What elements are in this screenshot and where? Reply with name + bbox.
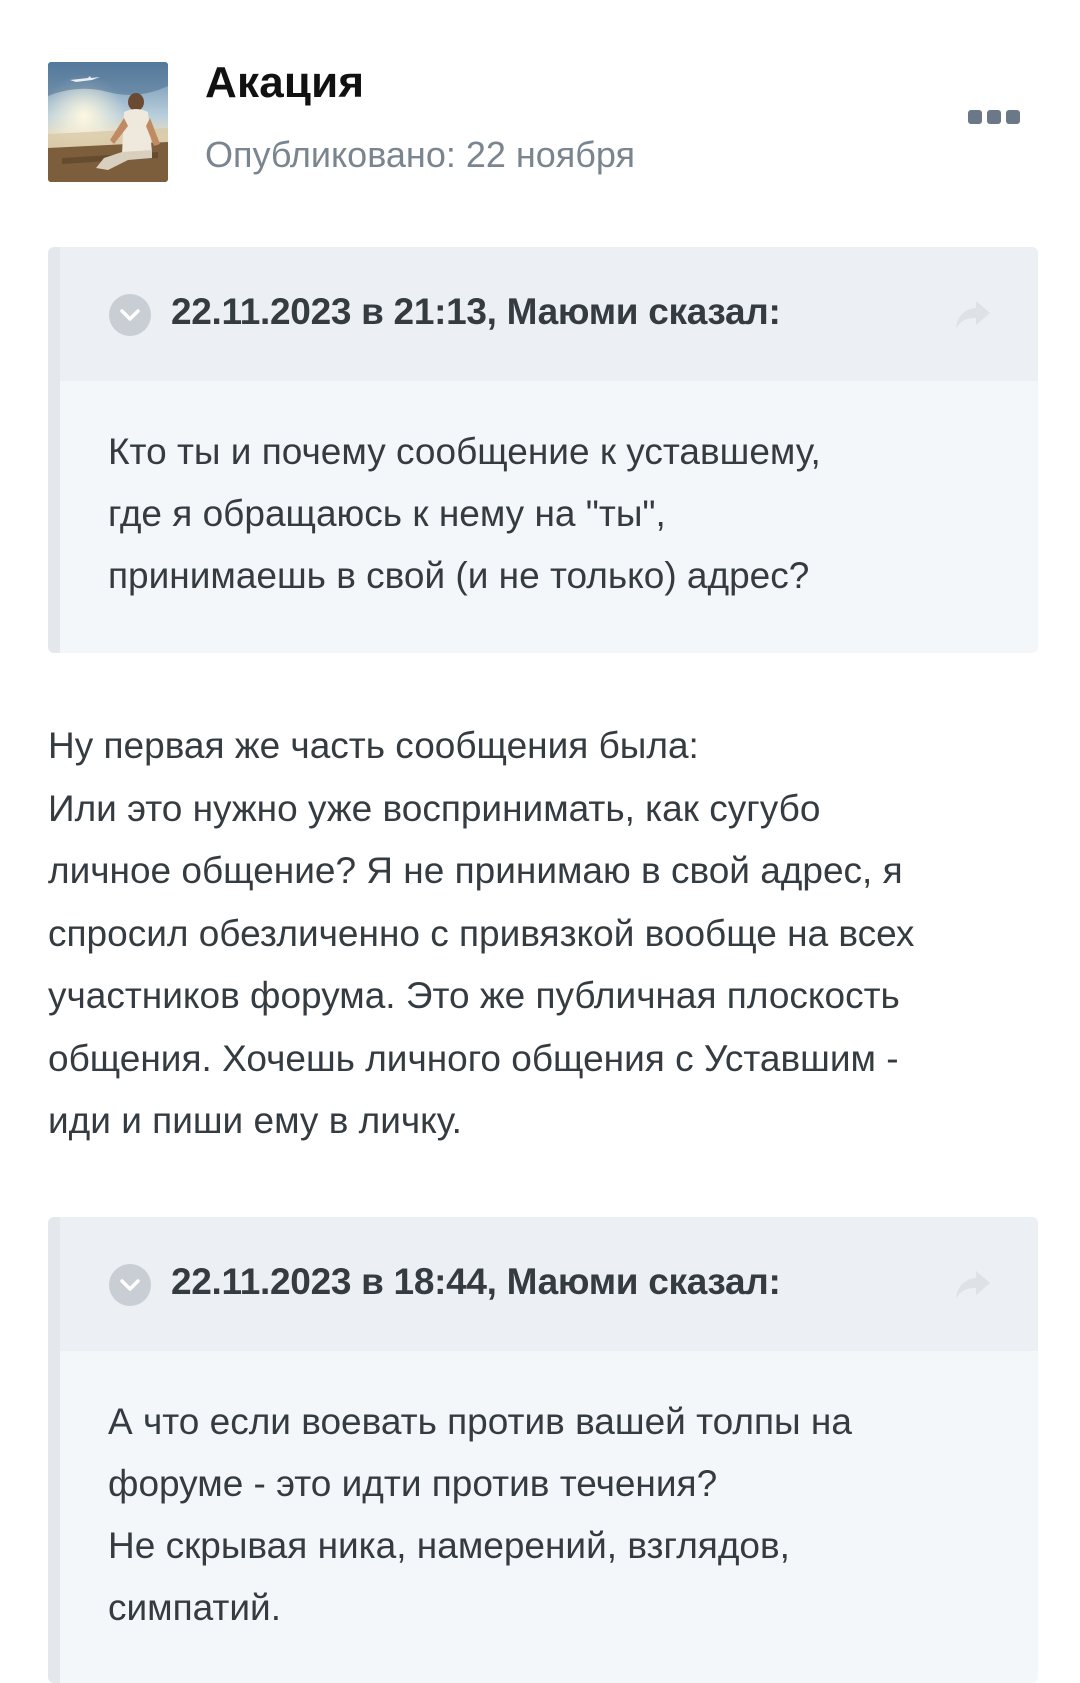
quote-line: Кто ты и почему сообщение к уставшему,	[108, 431, 821, 472]
quote-block: 22.11.2023 в 21:13, Маюми сказал: Кто ты…	[48, 247, 1038, 653]
post-line: иди и пиши ему в личку.	[48, 1100, 462, 1141]
chevron-down-icon	[120, 309, 140, 321]
chevron-down-icon	[120, 1279, 140, 1291]
author-name[interactable]: Акация	[205, 58, 364, 108]
post-published-date: Опубликовано: 22 ноября	[205, 134, 636, 175]
quote-block: 22.11.2023 в 18:44, Маюми сказал: А что …	[48, 1217, 1038, 1683]
post-line: спросил обезличенно с привязкой вообще н…	[48, 912, 915, 954]
post-line: общения. Хочешь личного общения с Уставш…	[48, 1037, 899, 1079]
post-body: Ну первая же часть сообщения была: Или э…	[48, 715, 1048, 1153]
quote-line: где я обращаюсь к нему на "ты",	[108, 493, 666, 534]
quote-line: форуме - это идти против течения?	[108, 1463, 718, 1504]
post-line: личное общение? Я не принимаю в свой адр…	[48, 850, 903, 891]
quote-citation[interactable]: 22.11.2023 в 18:44, Маюми сказал:	[171, 1261, 781, 1303]
quote-line: Не скрывая ника, намерений, взглядов,	[108, 1525, 790, 1566]
more-options-button[interactable]	[968, 106, 1022, 128]
share-arrow-icon	[956, 301, 990, 329]
post-header: Акация Опубликовано: 22 ноября	[48, 58, 1032, 182]
ellipsis-icon	[968, 110, 982, 124]
quote-header: 22.11.2023 в 18:44, Маюми сказал:	[60, 1217, 1038, 1351]
quote-citation[interactable]: 22.11.2023 в 21:13, Маюми сказал:	[171, 291, 781, 333]
author-avatar[interactable]	[48, 62, 168, 182]
post-line: Ну первая же часть сообщения была:	[48, 725, 699, 766]
post-line: Или это нужно уже воспринимать, как сугу…	[48, 787, 821, 829]
post-line: участников форума. Это же публичная плос…	[48, 975, 900, 1016]
avatar-photo	[48, 62, 168, 182]
quote-collapse-toggle[interactable]	[109, 294, 151, 336]
quote-header: 22.11.2023 в 21:13, Маюми сказал:	[60, 247, 1038, 381]
quote-line: принимаешь в свой (и не только) адрес?	[108, 555, 810, 596]
quote-body: А что если воевать против вашей толпы на…	[60, 1351, 1038, 1683]
share-arrow-icon	[956, 1271, 990, 1299]
quote-share-button[interactable]	[952, 297, 994, 333]
quote-line: симпатий.	[108, 1587, 281, 1628]
quote-line: А что если воевать против вашей толпы на	[108, 1401, 852, 1442]
ellipsis-icon	[1006, 110, 1020, 124]
quote-collapse-toggle[interactable]	[109, 1264, 151, 1306]
ellipsis-icon	[987, 110, 1001, 124]
quote-share-button[interactable]	[952, 1267, 994, 1303]
quote-body: Кто ты и почему сообщение к уставшему, г…	[60, 381, 1038, 653]
